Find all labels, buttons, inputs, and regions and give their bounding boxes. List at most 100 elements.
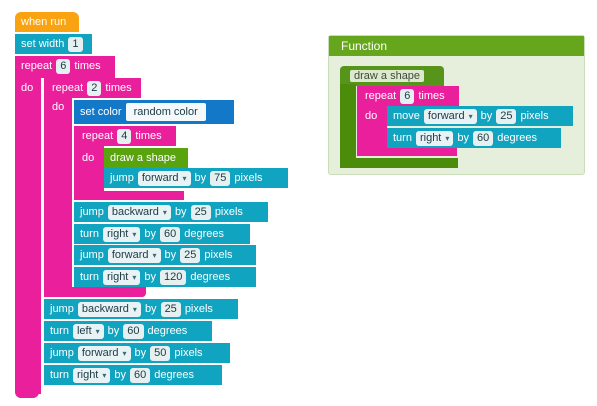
random-color-value[interactable]: random color xyxy=(125,103,206,121)
petal-repeat-foot xyxy=(74,191,184,200)
jump-label: jump xyxy=(110,172,134,184)
function-name-label: draw a shape xyxy=(350,70,425,82)
outer-repeat-header: repeat 6 times xyxy=(15,56,111,76)
outer-repeat-suffix: times xyxy=(74,60,101,72)
jump-label: jump xyxy=(80,249,104,261)
by-label: by xyxy=(107,325,120,337)
turn-right-60-outer-block[interactable]: turn right by 60 degrees xyxy=(44,365,222,385)
jump-label: jump xyxy=(50,303,74,315)
set-width-block[interactable]: set width 1 xyxy=(15,34,92,54)
inner-do: do xyxy=(48,97,72,117)
when-run-label: when run xyxy=(21,16,67,28)
width-value[interactable]: 1 xyxy=(68,36,83,52)
direction-dropdown[interactable]: right xyxy=(72,367,111,383)
function-repeat-foot xyxy=(357,148,457,156)
inner-repeat-label: repeat xyxy=(52,82,84,94)
by-label: by xyxy=(144,228,157,240)
turn-label: turn xyxy=(80,228,99,240)
petal-repeat-header: repeat 4 times xyxy=(76,126,172,146)
outer-do: do xyxy=(17,78,41,98)
turn-right-60-block[interactable]: turn right by 60 degrees xyxy=(74,224,250,244)
set-width-label: set width xyxy=(21,38,65,50)
jump-label: jump xyxy=(50,347,74,359)
by-label: by xyxy=(144,271,157,283)
function-repeat-suffix: times xyxy=(418,90,445,102)
outer-repeat-foot xyxy=(15,386,39,398)
inner-do-label: do xyxy=(52,101,65,113)
turn-label: turn xyxy=(50,325,69,337)
angle-value[interactable]: 60 xyxy=(160,226,181,242)
distance-value[interactable]: 25 xyxy=(180,247,201,263)
angle-value[interactable]: 60 xyxy=(130,367,151,383)
unit-label: degrees xyxy=(147,325,188,337)
distance-value[interactable]: 50 xyxy=(150,345,171,361)
petal-repeat-count[interactable]: 4 xyxy=(117,128,132,144)
outer-repeat-count[interactable]: 6 xyxy=(56,58,71,74)
jump-forward-50-block[interactable]: jump forward by 50 pixels xyxy=(44,343,230,363)
direction-dropdown[interactable]: forward xyxy=(137,170,191,186)
unit-label: pixels xyxy=(204,249,233,261)
direction-dropdown[interactable]: backward xyxy=(107,204,171,220)
direction-dropdown[interactable]: backward xyxy=(77,301,141,317)
direction-dropdown[interactable]: forward xyxy=(423,108,477,124)
set-color-label: set color xyxy=(80,106,122,118)
jump-backward-25-block[interactable]: jump backward by 25 pixels xyxy=(74,202,268,222)
angle-value[interactable]: 120 xyxy=(160,269,187,285)
outer-do-label: do xyxy=(21,82,34,94)
outer-repeat-label: repeat xyxy=(21,60,53,72)
function-repeat-label: repeat xyxy=(365,90,397,102)
unit-label: degrees xyxy=(184,228,225,240)
unit-label: pixels xyxy=(184,303,213,315)
function-repeat-count[interactable]: 6 xyxy=(400,88,415,104)
distance-value[interactable]: 75 xyxy=(210,170,231,186)
direction-dropdown[interactable]: left xyxy=(72,323,104,339)
by-label: by xyxy=(144,303,157,315)
by-label: by xyxy=(194,172,207,184)
unit-label: pixels xyxy=(520,110,549,122)
function-definition-arm xyxy=(340,84,356,164)
angle-value[interactable]: 60 xyxy=(123,323,144,339)
direction-dropdown[interactable]: right xyxy=(102,226,141,242)
unit-label: pixels xyxy=(174,347,203,359)
function-turn-block[interactable]: turn right by 60 degrees xyxy=(387,128,561,148)
when-run-block[interactable]: when run xyxy=(15,12,79,32)
petal-do-label: do xyxy=(82,152,95,164)
inner-repeat-suffix: times xyxy=(105,82,132,94)
draw-shape-call-block[interactable]: draw a shape xyxy=(104,148,188,168)
angle-value[interactable]: 60 xyxy=(473,130,494,146)
jump-forward-25-block[interactable]: jump forward by 25 pixels xyxy=(74,245,256,265)
petal-repeat-suffix: times xyxy=(135,130,162,142)
direction-dropdown[interactable]: right xyxy=(415,130,454,146)
function-definition-foot xyxy=(340,158,458,168)
unit-label: degrees xyxy=(154,369,195,381)
turn-left-60-block[interactable]: turn left by 60 degrees xyxy=(44,321,212,341)
distance-value[interactable]: 25 xyxy=(160,301,181,317)
function-do-label: do xyxy=(365,110,378,122)
distance-value[interactable]: 25 xyxy=(190,204,211,220)
petal-repeat-label: repeat xyxy=(82,130,114,142)
function-panel-title: Function xyxy=(329,36,584,56)
petal-do: do xyxy=(78,148,102,168)
function-repeat-header: repeat 6 times xyxy=(359,86,455,106)
direction-dropdown[interactable]: forward xyxy=(77,345,131,361)
by-label: by xyxy=(480,110,493,122)
distance-value[interactable]: 25 xyxy=(496,108,517,124)
direction-dropdown[interactable]: right xyxy=(102,269,141,285)
direction-dropdown[interactable]: forward xyxy=(107,247,161,263)
unit-label: degrees xyxy=(497,132,538,144)
jump-forward-75-block[interactable]: jump forward by 75 pixels xyxy=(104,168,288,188)
function-name-row: draw a shape xyxy=(344,66,434,86)
inner-repeat-arm xyxy=(44,96,72,294)
jump-label: jump xyxy=(80,206,104,218)
jump-backward-25-outer-block[interactable]: jump backward by 25 pixels xyxy=(44,299,238,319)
function-do: do xyxy=(361,106,385,126)
inner-repeat-foot xyxy=(44,287,146,297)
turn-label: turn xyxy=(80,271,99,283)
unit-label: pixels xyxy=(214,206,243,218)
turn-label: turn xyxy=(393,132,412,144)
set-color-block[interactable]: set color random color xyxy=(74,100,234,124)
inner-repeat-count[interactable]: 2 xyxy=(87,80,102,96)
function-move-block[interactable]: move forward by 25 pixels xyxy=(387,106,573,126)
turn-right-120-block[interactable]: turn right by 120 degrees xyxy=(74,267,256,287)
inner-repeat-header: repeat 2 times xyxy=(46,78,142,98)
